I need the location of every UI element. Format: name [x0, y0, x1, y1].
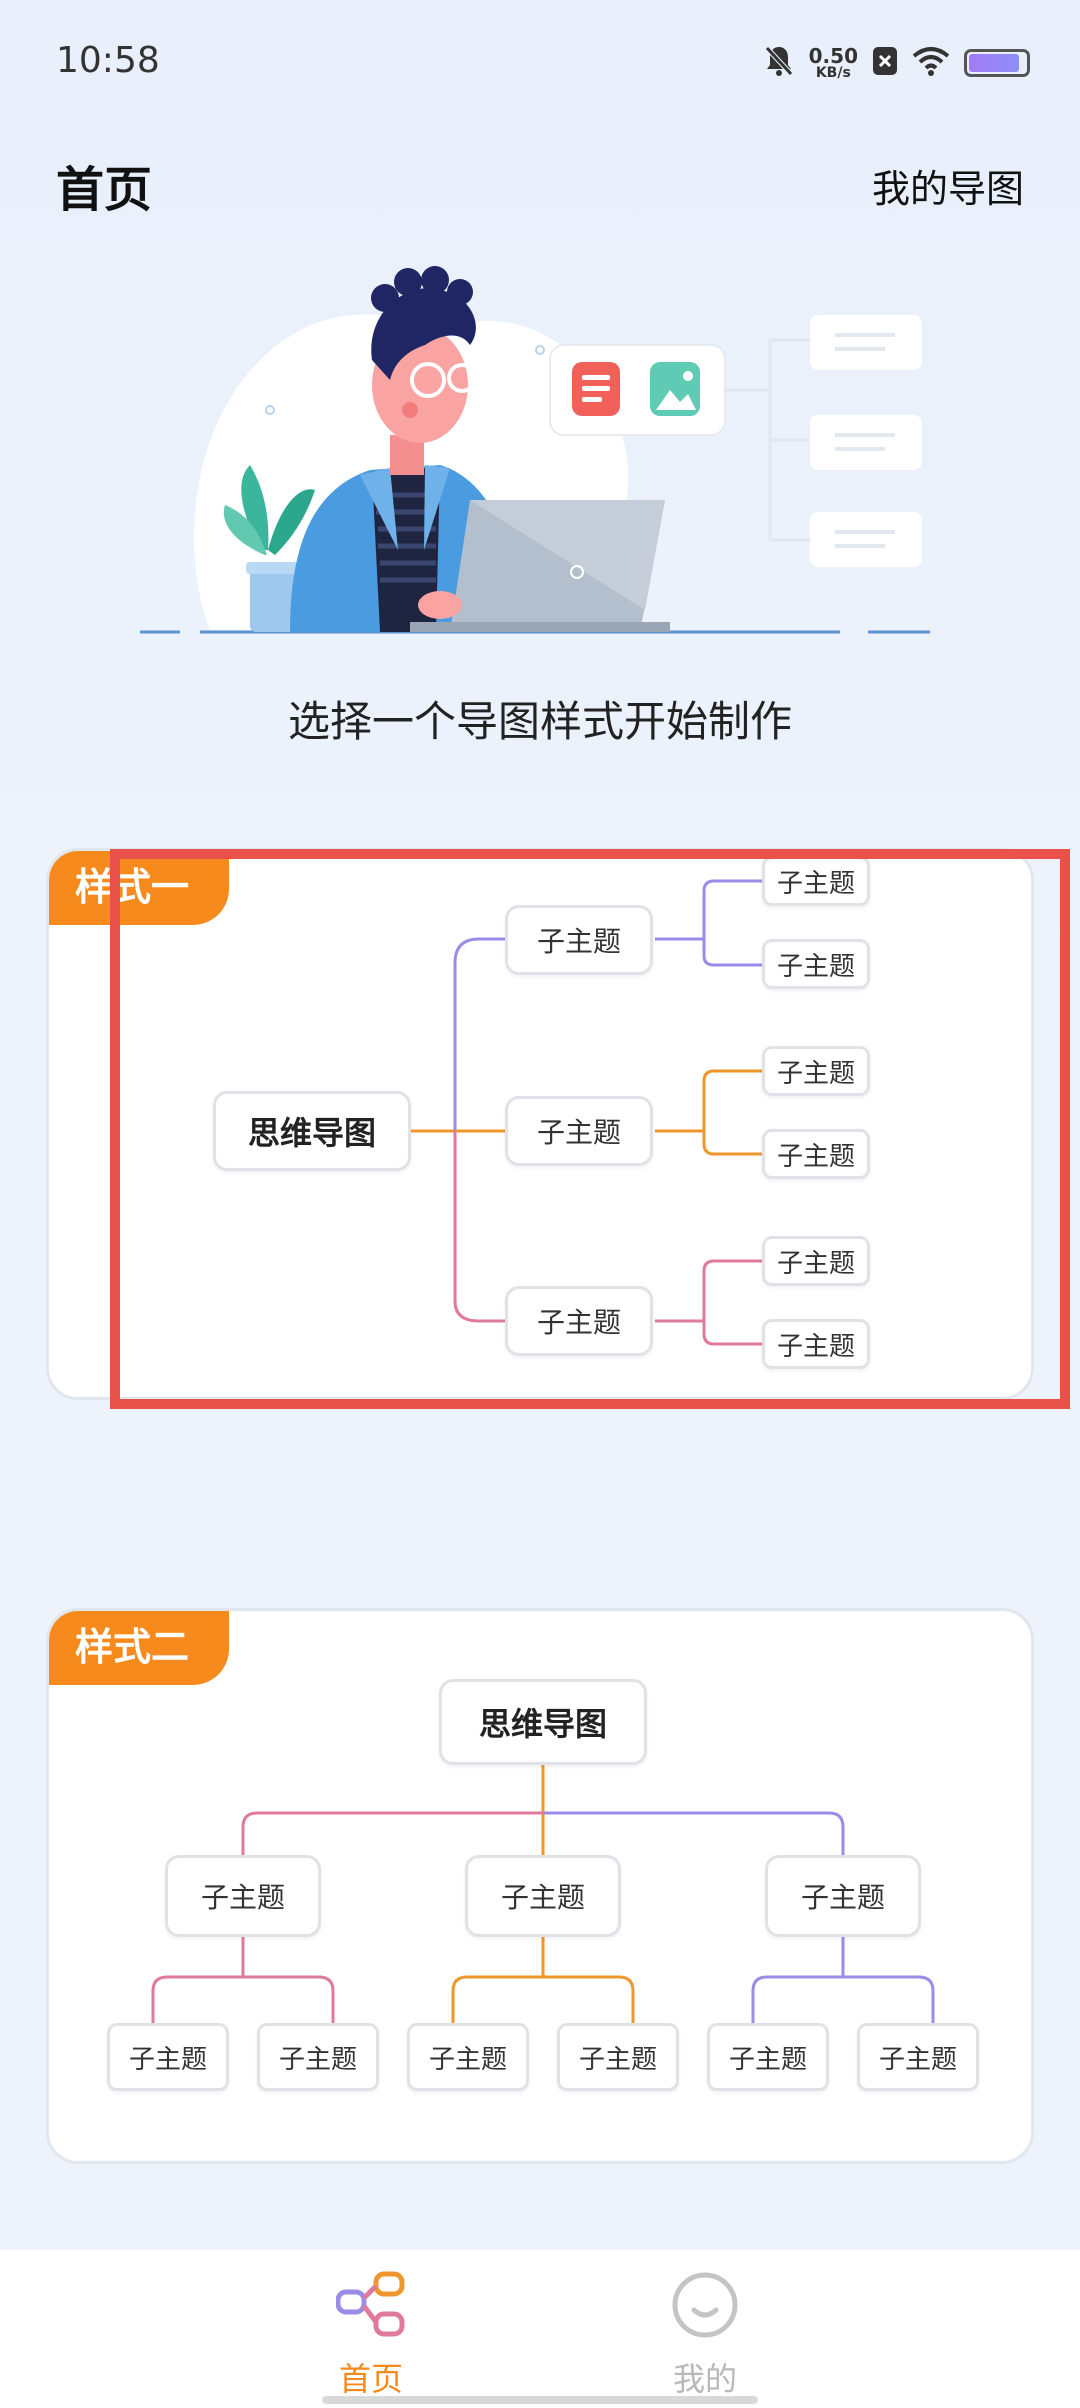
leaf-node: 子主题 [707, 2023, 829, 2091]
leaf-node: 子主题 [762, 1319, 870, 1369]
style-tag: 样式一 [49, 851, 229, 925]
leaf-node: 子主题 [857, 2023, 979, 2091]
my-maps-link[interactable]: 我的导图 [872, 158, 1024, 213]
nav-tab-mine[interactable]: 我的 [575, 2250, 835, 2400]
subtopic-node: 子主题 [505, 1286, 653, 1356]
leaf-node: 子主题 [762, 939, 870, 989]
leaf-node: 子主题 [762, 1129, 870, 1179]
status-time: 10:58 [56, 40, 160, 81]
net-speed-value: 0.50 [808, 44, 858, 68]
tagline: 选择一个导图样式开始制作 [287, 697, 792, 746]
template-card-style-one[interactable]: 样式一 思维导图 子主题 子主题 子主题 子主题 子主题 子主题 子主题 子主题… [46, 848, 1034, 1400]
leaf-node: 子主题 [557, 2023, 679, 2091]
battery-icon [964, 49, 1030, 77]
network-speed: 0.50 KB/s [809, 46, 858, 80]
net-speed-unit: KB/s [815, 65, 851, 81]
hero-illustration [140, 250, 940, 640]
leaf-node: 子主题 [407, 2023, 529, 2091]
bell-mute-icon [763, 44, 795, 82]
mindmap-icon [335, 2270, 406, 2340]
leaf-node: 子主题 [762, 1236, 870, 1286]
subtopic-node: 子主题 [465, 1855, 621, 1937]
template-card-style-two[interactable]: 样式二 思维导图 子主题 子主题 子主题 子主题 子主题 子主题 子主题 子主题… [46, 1608, 1034, 2164]
leaf-node: 子主题 [762, 856, 870, 906]
close-badge-icon [872, 46, 898, 80]
bottom-nav: 首页 我的 [0, 2250, 1080, 2408]
subtopic-node: 子主题 [165, 1855, 321, 1937]
subtopic-node: 子主题 [505, 905, 653, 975]
smiley-icon [670, 2270, 740, 2340]
subtopic-node: 子主题 [505, 1096, 653, 1166]
subtopic-node: 子主题 [765, 1855, 921, 1937]
leaf-node: 子主题 [257, 2023, 379, 2091]
nav-label-mine: 我的 [672, 2360, 737, 2398]
wifi-icon [912, 46, 950, 80]
root-node: 思维导图 [439, 1679, 647, 1765]
nav-label-home: 首页 [338, 2360, 403, 2398]
leaf-node: 子主题 [762, 1046, 870, 1096]
root-node: 思维导图 [213, 1091, 411, 1171]
header: 首页 我的导图 [0, 140, 1080, 220]
status-icons: 0.50 KB/s [763, 40, 1030, 86]
leaf-node: 子主题 [107, 2023, 229, 2091]
status-bar: 10:58 0.50 KB/s [0, 0, 1080, 120]
home-indicator[interactable] [322, 2396, 758, 2404]
page-title: 首页 [56, 162, 153, 218]
style-tag: 样式二 [49, 1611, 229, 1685]
nav-tab-home[interactable]: 首页 [241, 2250, 501, 2400]
